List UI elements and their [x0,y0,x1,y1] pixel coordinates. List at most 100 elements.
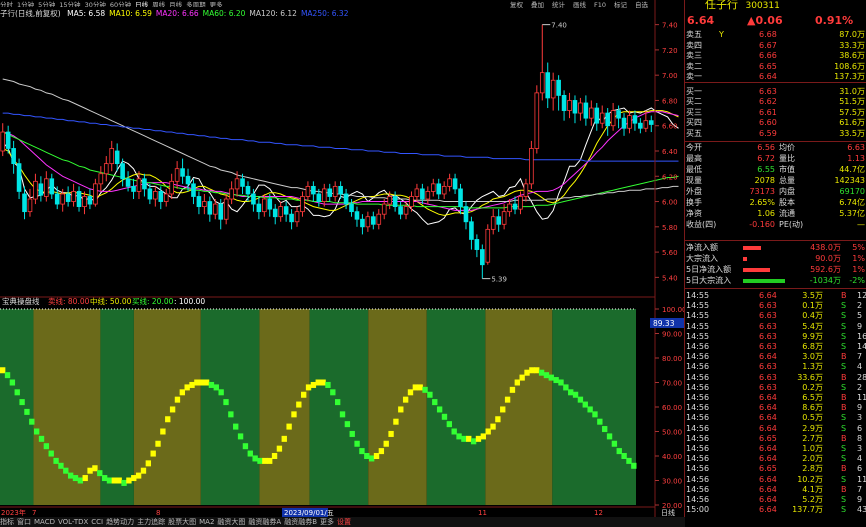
indicator-legend-item: 买线: 20.00 [132,296,174,306]
order-book-label: 买五 [686,128,702,138]
indicator-bar [577,396,584,403]
tick-count: 16 [857,331,866,341]
order-book-price: 6.67 [759,40,777,50]
candle-body [349,203,354,213]
stock-code: 300311 [745,1,780,11]
indicator-tab[interactable]: 融资融券B [284,518,317,526]
indicator-tab[interactable]: 指标 [0,518,14,526]
stock-title[interactable]: 任子行 300311 [705,0,780,12]
tick-volume: 2.0万 [802,454,823,464]
candle-body [245,185,251,195]
flow-bar [743,246,762,250]
candle-body [44,178,49,197]
indicator-bar [519,374,525,381]
tick-volume: 2.8万 [802,464,823,474]
tick-count: 4 [857,362,863,372]
indicator-bar [111,477,118,484]
chart-area[interactable]: 7.40 5.39 宝典操盘线 卖线: 80.00 中线: 50.00 买线: 20.0… [0,0,684,517]
indicator-bar [87,467,93,474]
candle-body [365,216,371,228]
price-tick-label: 6.60 [662,123,678,131]
indicator-tab[interactable]: 融资融券A [248,518,281,526]
indicator-tab[interactable]: 主力追踪 [137,518,165,526]
price-tick-label: 7.40 [662,22,678,30]
stat-value: 6.63 [847,143,865,152]
indicator-bar [43,443,50,450]
price-tick-label: 5.60 [662,249,678,257]
indicator-tab[interactable]: 股票大图 [168,518,196,526]
tick-count: 5 [857,311,863,321]
tick-count: 2 [857,382,863,392]
candle-body [485,228,491,263]
indicator-tab[interactable]: 设置 [337,518,351,526]
candle-body [474,239,480,250]
order-book-price: 6.64 [759,72,777,81]
tick-price: 6.63 [759,362,777,372]
indicator-bar [334,399,341,406]
flow-bar [743,268,771,272]
flow-value: 592.6万 [810,265,841,274]
indicator-tab[interactable]: 融资大图 [217,518,245,526]
indicator-tab[interactable]: 趋势动力 [106,518,134,526]
flow-pct: 1% [852,254,865,263]
candle-body [381,203,387,215]
tick-time: 14:56 [686,495,710,504]
candle-body [158,191,164,202]
tick-price: 6.63 [759,311,777,321]
candle-body [529,148,534,185]
indicator-tab[interactable]: MACD [34,518,55,526]
indicator-bar [470,438,477,445]
tick-side: B [841,464,847,474]
candle-body [539,72,545,94]
tick-price: 6.63 [759,321,777,331]
indicator-tab[interactable]: CCI [91,518,103,526]
indicator-chart: 宝典操盘线 卖线: 80.00 中线: 50.00 买线: 20.00: 100.00 [0,296,655,505]
indicator-band [552,309,636,505]
ma-legend-item: MA20: 6.66 [155,9,199,18]
last-price: 6.64 [687,14,715,27]
order-book-volume: 87.0万 [839,30,865,39]
candle-body [82,196,87,207]
indicator-bar [92,465,98,472]
order-book-label: 买三 [686,107,702,117]
stat-row: 现量 2078 总量 142343 [685,176,866,186]
order-book-row: 卖三 6.66 38.6万 [685,51,866,61]
tick-row: 14:56 6.64 8.6万 B 9 [685,403,866,413]
tick-price: 6.64 [759,484,777,494]
candle-body [300,196,305,213]
indicator-bar [4,372,11,379]
tick-side: S [841,423,847,433]
indicator-tab[interactable]: MA2 [199,518,214,526]
tick-time: 14:56 [686,393,710,402]
low-label: 5.39 [491,276,507,284]
candle-body [76,191,82,208]
candle-body [441,185,447,195]
indicator-bar [427,391,433,398]
tick-time: 14:56 [686,474,710,484]
tick-row: 14:55 6.63 5.4万 S 9 [685,322,866,332]
tick-row: 14:56 6.64 10.2万 S 11 [685,475,866,485]
indicator-tab[interactable]: 窗口 [17,518,31,526]
indicator-bar [558,379,564,386]
candle-body [22,193,27,213]
tick-volume: 10.2万 [797,474,823,484]
tick-row: 14:55 6.63 0.1万 S 2 [685,301,866,311]
candle-body [114,150,120,165]
ma-legend-item: MA5: 6.58 [67,9,106,18]
candle-body [196,196,202,207]
flow-row: 5日净流入额 592.6万 1% [685,265,866,275]
tick-time: 14:56 [686,444,710,453]
order-book-price: 6.60 [759,118,777,127]
candle-body [142,178,147,190]
tick-count: 4 [857,454,863,464]
tick-price: 6.65 [759,464,777,474]
stats-divider [685,141,866,142]
price-tick-label: 7.00 [662,72,678,80]
indicator-tab[interactable]: VOL-TDX [58,518,88,526]
tick-row: 14:56 6.64 4.1万 B 7 [685,485,866,495]
candle-body [87,196,93,205]
indicator-bar [281,435,287,442]
indicator-tab[interactable]: 更多 [320,518,334,526]
tick-side: B [841,484,847,494]
indicator-band [368,309,427,505]
